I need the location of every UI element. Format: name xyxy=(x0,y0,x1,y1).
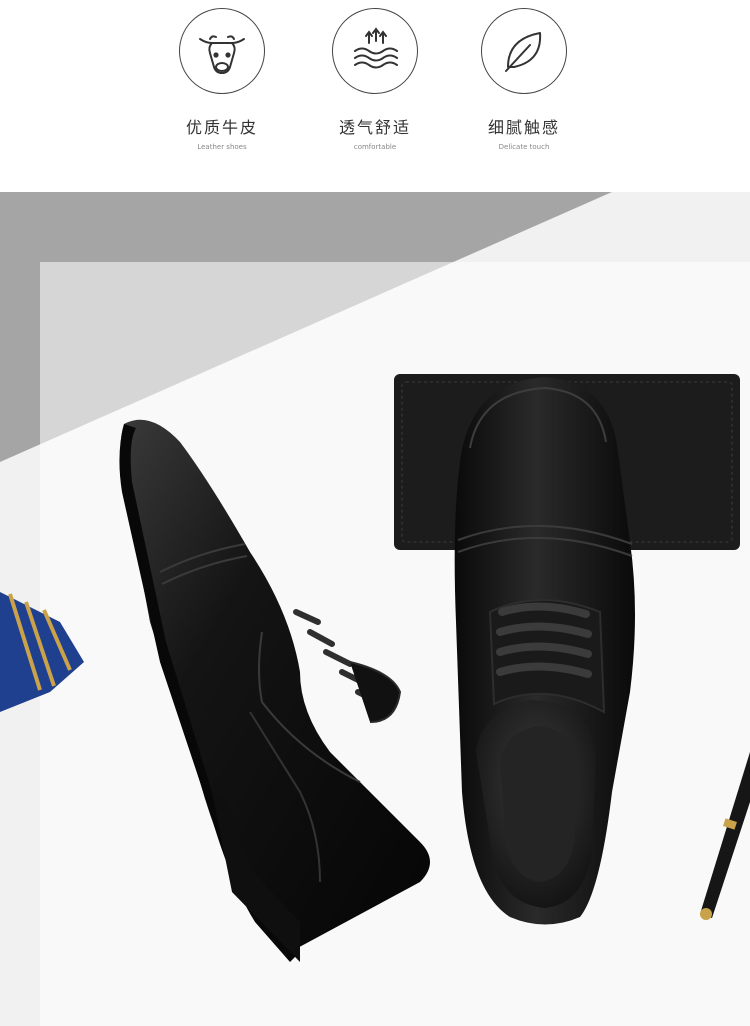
feature-subtitle: Leather shoes xyxy=(197,143,247,151)
product-photo xyxy=(0,192,750,1026)
feature-breathable: 透气舒适 comfortable xyxy=(305,8,445,151)
feature-title: 透气舒适 xyxy=(338,118,411,137)
shoe-scene xyxy=(0,192,750,1026)
feature-delicate: 细腻触感 Delicate touch xyxy=(454,8,594,151)
feature-title: 优质牛皮 xyxy=(185,118,258,137)
feature-leather: 优质牛皮 Leather shoes xyxy=(152,8,292,151)
breathable-waves-icon xyxy=(332,8,418,94)
feature-subtitle: comfortable xyxy=(353,143,397,151)
feature-subtitle: Delicate touch xyxy=(498,143,550,151)
leaf-icon xyxy=(481,8,567,94)
feature-title: 细腻触感 xyxy=(487,118,560,137)
cow-icon xyxy=(179,8,265,94)
feature-row: 优质牛皮 Leather shoes 透气舒适 comfortable 细腻触感… xyxy=(0,0,750,190)
